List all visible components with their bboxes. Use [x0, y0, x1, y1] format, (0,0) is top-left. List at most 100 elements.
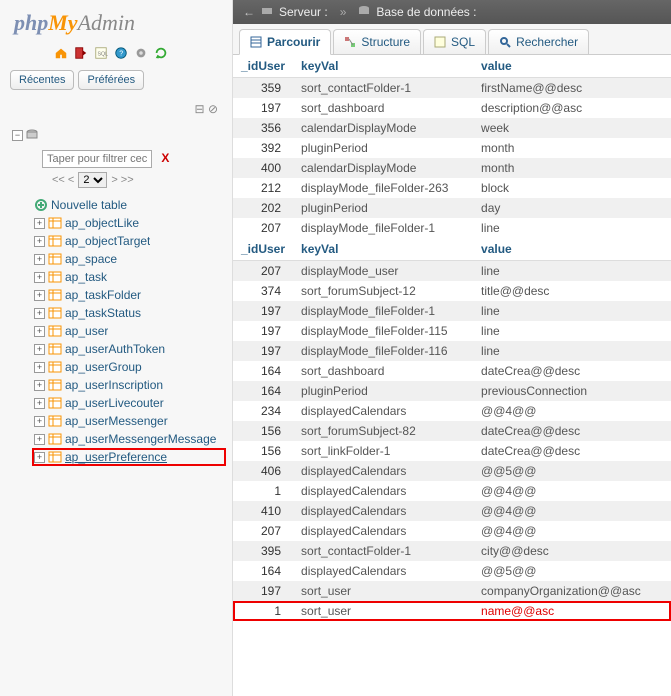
favorites-button[interactable]: Préférées: [78, 70, 144, 90]
tab-sql[interactable]: SQL: [423, 29, 486, 54]
table-row[interactable]: 406displayedCalendars@@5@@: [233, 461, 671, 481]
doc-icon[interactable]: ?: [114, 46, 128, 60]
plus-icon[interactable]: +: [34, 380, 45, 391]
table-row[interactable]: 234displayedCalendars@@4@@: [233, 401, 671, 421]
home-icon[interactable]: [54, 46, 68, 60]
plus-icon[interactable]: +: [34, 236, 45, 247]
table-pager: << < 2 > >>: [52, 172, 226, 188]
table-row[interactable]: 164displayedCalendars@@5@@: [233, 561, 671, 581]
sidebar-table-ap_space[interactable]: +ap_space: [34, 250, 226, 268]
collapse-toggle[interactable]: ⊟ ⊘: [4, 98, 228, 122]
col-value[interactable]: value: [473, 238, 671, 261]
filter-input[interactable]: [42, 150, 152, 168]
db-label: Base de données :: [376, 5, 476, 19]
table-row[interactable]: 164pluginPeriodpreviousConnection: [233, 381, 671, 401]
table-row[interactable]: 395sort_contactFolder-1city@@desc: [233, 541, 671, 561]
clear-filter-button[interactable]: X: [161, 151, 169, 165]
table-label: ap_taskStatus: [65, 306, 141, 320]
table-row[interactable]: 197displayMode_fileFolder-116line: [233, 341, 671, 361]
sidebar-table-ap_userMessenger[interactable]: +ap_userMessenger: [34, 412, 226, 430]
cell-value: city@@desc: [473, 541, 671, 561]
table-row[interactable]: 197displayMode_fileFolder-1line: [233, 301, 671, 321]
table-row[interactable]: 197sort_dashboarddescription@@asc: [233, 98, 671, 118]
table-row[interactable]: 197sort_usercompanyOrganization@@asc: [233, 581, 671, 601]
col-iduser[interactable]: _idUser: [233, 55, 293, 78]
table-label: ap_userLivecouter: [65, 396, 164, 410]
plus-icon[interactable]: +: [34, 452, 45, 463]
new-table-link[interactable]: Nouvelle table: [34, 196, 226, 214]
reload-icon[interactable]: [154, 46, 168, 60]
sidebar-table-ap_userMessengerMessage[interactable]: +ap_userMessengerMessage: [34, 430, 226, 448]
sidebar-table-ap_objectLike[interactable]: +ap_objectLike: [34, 214, 226, 232]
table-icon: [48, 451, 62, 463]
sql-icon[interactable]: SQL: [94, 46, 108, 60]
table-row[interactable]: 359sort_contactFolder-1firstName@@desc: [233, 78, 671, 99]
exit-icon[interactable]: [74, 46, 88, 60]
table-row[interactable]: 410displayedCalendars@@4@@: [233, 501, 671, 521]
db-root[interactable]: −: [12, 126, 226, 144]
table-row[interactable]: 374sort_forumSubject-12title@@desc: [233, 281, 671, 301]
sidebar-table-ap_userPreference[interactable]: +ap_userPreference: [32, 448, 226, 466]
sidebar-table-ap_user[interactable]: +ap_user: [34, 322, 226, 340]
table-row[interactable]: 164sort_dashboarddateCrea@@desc: [233, 361, 671, 381]
data-table: _idUser keyVal value 359sort_contactFold…: [233, 55, 671, 621]
sidebar-table-ap_taskStatus[interactable]: + ap_taskStatus: [34, 304, 226, 322]
plus-icon[interactable]: +: [34, 344, 45, 355]
nav-left-icon[interactable]: ←: [243, 5, 255, 19]
cell-iduser: 234: [233, 401, 293, 421]
table-row[interactable]: 392pluginPeriodmonth: [233, 138, 671, 158]
logo[interactable]: phpMyAdmin: [4, 6, 228, 44]
gear-icon[interactable]: [134, 46, 148, 60]
pager-page-select[interactable]: 2: [78, 172, 107, 188]
table-row[interactable]: 207displayMode_userline: [233, 261, 671, 282]
plus-icon[interactable]: +: [34, 308, 45, 319]
plus-icon[interactable]: +: [34, 362, 45, 373]
plus-icon[interactable]: +: [34, 434, 45, 445]
cell-iduser: 164: [233, 561, 293, 581]
plus-icon[interactable]: +: [34, 272, 45, 283]
table-row[interactable]: 156sort_linkFolder-1dateCrea@@desc: [233, 441, 671, 461]
table-row[interactable]: 1sort_username@@asc: [233, 601, 671, 621]
tab-structure-label: Structure: [361, 35, 410, 49]
plus-icon[interactable]: +: [34, 326, 45, 337]
cell-keyval: displayMode_fileFolder-1: [293, 301, 473, 321]
table-row[interactable]: 197displayMode_fileFolder-115line: [233, 321, 671, 341]
sidebar-table-ap_userInscription[interactable]: +ap_userInscription: [34, 376, 226, 394]
tab-browse[interactable]: Parcourir: [239, 29, 331, 55]
cell-iduser: 212: [233, 178, 293, 198]
table-row[interactable]: 207displayedCalendars@@4@@: [233, 521, 671, 541]
recent-button[interactable]: Récentes: [10, 70, 74, 90]
sidebar-table-ap_objectTarget[interactable]: +ap_objectTarget: [34, 232, 226, 250]
col-keyval[interactable]: keyVal: [293, 55, 473, 78]
col-value[interactable]: value: [473, 55, 671, 78]
plus-icon[interactable]: +: [34, 254, 45, 265]
table-row[interactable]: 202pluginPeriodday: [233, 198, 671, 218]
cell-keyval: sort_forumSubject-12: [293, 281, 473, 301]
sidebar-table-ap_userLivecouter[interactable]: + ap_userLivecouter: [34, 394, 226, 412]
pager-prev[interactable]: << <: [52, 174, 74, 186]
plus-icon[interactable]: +: [34, 218, 45, 229]
server-label: Serveur :: [279, 5, 328, 19]
table-row[interactable]: 156sort_forumSubject-82dateCrea@@desc: [233, 421, 671, 441]
db-icon: [26, 129, 38, 141]
plus-icon[interactable]: +: [34, 416, 45, 427]
breadcrumb: ← Serveur : » Base de données :: [233, 0, 671, 24]
cell-iduser: 359: [233, 78, 293, 99]
sidebar-table-ap_userGroup[interactable]: +ap_userGroup: [34, 358, 226, 376]
col-iduser[interactable]: _idUser: [233, 238, 293, 261]
sidebar-table-ap_task[interactable]: +ap_task: [34, 268, 226, 286]
sidebar-table-ap_taskFolder[interactable]: +ap_taskFolder: [34, 286, 226, 304]
table-row[interactable]: 212displayMode_fileFolder-263block: [233, 178, 671, 198]
pager-next[interactable]: > >>: [111, 174, 133, 186]
table-row[interactable]: 207displayMode_fileFolder-1line: [233, 218, 671, 238]
col-keyval[interactable]: keyVal: [293, 238, 473, 261]
tab-search[interactable]: Rechercher: [488, 29, 589, 54]
table-row[interactable]: 1displayedCalendars@@4@@: [233, 481, 671, 501]
plus-icon[interactable]: +: [34, 398, 45, 409]
plus-icon[interactable]: +: [34, 290, 45, 301]
minus-icon[interactable]: −: [12, 130, 23, 141]
sidebar-table-ap_userAuthToken[interactable]: +ap_userAuthToken: [34, 340, 226, 358]
table-row[interactable]: 356calendarDisplayModeweek: [233, 118, 671, 138]
table-row[interactable]: 400calendarDisplayModemonth: [233, 158, 671, 178]
tab-structure[interactable]: Structure: [333, 29, 421, 54]
